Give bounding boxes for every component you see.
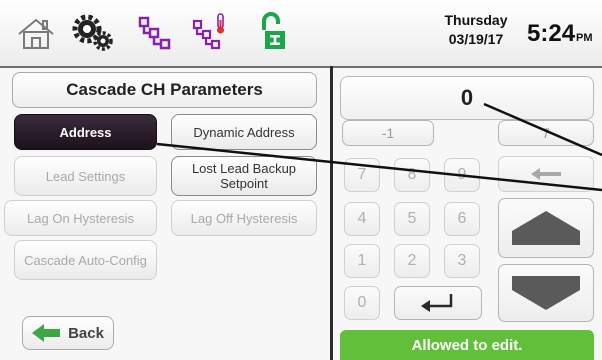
lag-on-hysteresis-button[interactable]: Lag On Hysteresis: [4, 200, 157, 236]
edit-status-bar: Allowed to edit.: [340, 330, 594, 360]
value-display: 0: [340, 76, 594, 120]
key-2[interactable]: 2: [394, 244, 430, 278]
gear-icon[interactable]: [72, 14, 116, 52]
back-arrow-icon: [32, 324, 61, 342]
address-button[interactable]: Address: [14, 114, 157, 150]
page-title: Cascade CH Parameters: [12, 72, 317, 108]
home-icon[interactable]: [16, 16, 56, 50]
unlock-icon[interactable]: [258, 12, 288, 52]
down-arrow-icon: [512, 276, 580, 310]
clock: 5:24PM: [527, 20, 593, 48]
cascade-icon[interactable]: [136, 15, 176, 53]
key-7[interactable]: 7: [344, 158, 380, 192]
cascade-auto-config-button[interactable]: Cascade Auto-Config: [14, 240, 157, 280]
key-9[interactable]: 9: [444, 158, 480, 192]
key-5[interactable]: 5: [394, 202, 430, 236]
increment-button[interactable]: [498, 198, 594, 258]
key-8[interactable]: 8: [394, 158, 430, 192]
back-label: Back: [68, 324, 104, 342]
backspace-arrow-icon: [531, 168, 561, 180]
backspace-button[interactable]: [498, 156, 594, 192]
min-value-button[interactable]: -1: [342, 120, 434, 146]
time-label: 5:24: [527, 20, 576, 47]
key-1[interactable]: 1: [344, 244, 380, 278]
date-display: Thursday 03/19/17: [440, 11, 512, 49]
key-6[interactable]: 6: [444, 202, 480, 236]
date-label: 03/19/17: [448, 31, 504, 47]
day-label: Thursday: [444, 12, 508, 28]
enter-arrow-icon: [421, 294, 453, 312]
back-button[interactable]: Back: [22, 316, 114, 350]
lead-settings-button[interactable]: Lead Settings: [14, 156, 157, 196]
top-bar: Thursday 03/19/17 5:24PM: [0, 0, 602, 68]
up-arrow-icon: [512, 211, 580, 245]
dynamic-address-button[interactable]: Dynamic Address: [171, 114, 317, 150]
key-0[interactable]: 0: [344, 286, 380, 320]
key-4[interactable]: 4: [344, 202, 380, 236]
enter-button[interactable]: [394, 286, 482, 320]
max-value-button[interactable]: 7: [498, 120, 594, 146]
temperature-icon[interactable]: [190, 12, 232, 52]
panel-divider: [330, 66, 333, 360]
key-3[interactable]: 3: [444, 244, 480, 278]
lost-lead-backup-setpoint-button[interactable]: Lost Lead Backup Setpoint: [171, 156, 317, 196]
lag-off-hysteresis-button[interactable]: Lag Off Hysteresis: [171, 200, 317, 236]
decrement-button[interactable]: [498, 264, 594, 322]
ampm-label: PM: [576, 32, 593, 44]
